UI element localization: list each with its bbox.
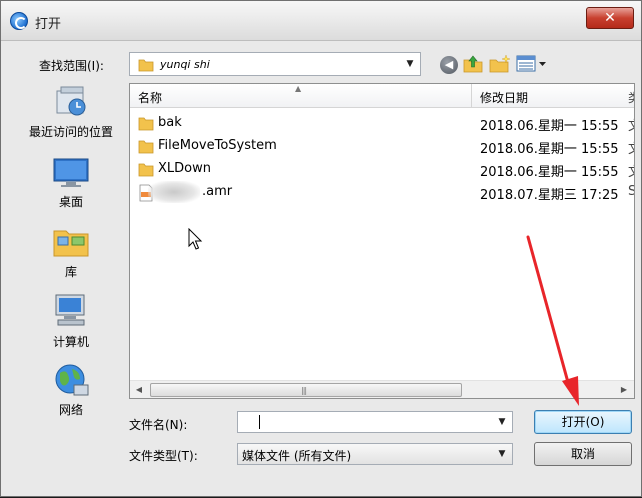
place-libraries[interactable]: 库 [19, 223, 123, 285]
file-row[interactable]: FileMoveToSystem 2018.06.星期一 15:55 文 [130, 135, 634, 157]
filetype-value: 媒体文件 (所有文件) [242, 449, 352, 463]
dialog-title: 打开 [35, 17, 62, 32]
sort-ascending-icon: ▲ [295, 84, 302, 93]
back-arrow-icon[interactable]: ◀ [440, 56, 458, 74]
column-header-name[interactable]: 名称 [138, 89, 162, 106]
new-folder-icon[interactable] [488, 54, 512, 74]
filetype-label: 文件类型(T): [129, 449, 198, 463]
folder-icon [138, 59, 154, 72]
recent-places-icon [56, 86, 86, 116]
cancel-button[interactable]: 取消 [534, 442, 632, 466]
place-desktop[interactable]: 桌面 [19, 155, 123, 215]
close-button[interactable]: ✕ [586, 7, 634, 29]
column-header-type[interactable]: 类 [628, 89, 634, 106]
file-type: 文 [628, 115, 634, 134]
file-row[interactable]: .amr 2018.07.星期三 17:25 S [130, 181, 634, 203]
file-date: 2018.06.星期一 15:55 [480, 142, 619, 157]
chevron-down-icon[interactable]: ▼ [494, 446, 510, 462]
scroll-right-icon[interactable]: ▶ [616, 382, 632, 398]
file-name: FileMoveToSystem [158, 138, 277, 153]
app-logo-icon [10, 12, 28, 30]
folder-icon [138, 163, 154, 177]
places-bar: 最近访问的位置 桌面 库 计算机 网络 [19, 83, 123, 433]
look-in-label: 查找范围(I): [39, 59, 104, 73]
place-label: 库 [64, 265, 77, 279]
open-button[interactable]: 打开(O) [534, 410, 632, 434]
file-list-header: 名称 ▲ 修改日期 类 [130, 84, 634, 108]
file-row[interactable]: XLDown 2018.06.星期一 15:55 文 [130, 158, 634, 180]
text-caret [259, 415, 260, 429]
file-name: XLDown [158, 161, 211, 176]
place-label: 计算机 [52, 335, 89, 349]
place-network[interactable]: 网络 [19, 361, 123, 423]
filename-label: 文件名(N): [129, 418, 188, 432]
filetype-dropdown[interactable]: 媒体文件 (所有文件) ▼ [237, 443, 513, 465]
file-name: .amr [202, 184, 233, 199]
place-label: 桌面 [58, 195, 83, 209]
up-folder-icon[interactable] [462, 54, 484, 74]
file-row[interactable]: bak 2018.06.星期一 15:55 文 [130, 112, 634, 134]
column-divider[interactable] [471, 84, 472, 108]
folder-icon [138, 140, 154, 154]
file-type: 文 [628, 138, 634, 157]
scrollbar-grip: ||| [301, 386, 307, 395]
column-header-date[interactable]: 修改日期 [480, 89, 528, 106]
place-label: 网络 [58, 403, 83, 417]
redacted-filename-blur [148, 181, 200, 203]
horizontal-scrollbar[interactable]: ◀ ||| ▶ [130, 380, 634, 398]
place-label: 最近访问的位置 [28, 125, 113, 139]
file-list[interactable]: 名称 ▲ 修改日期 类 bak 2018.06.星期一 15:55 文 File… [129, 83, 635, 399]
chevron-down-icon[interactable]: ▼ [494, 414, 510, 430]
place-recent[interactable]: 最近访问的位置 [19, 83, 123, 145]
file-type: 文 [628, 161, 634, 180]
network-icon [55, 364, 89, 396]
libraries-icon [53, 230, 89, 257]
place-computer[interactable]: 计算机 [19, 293, 123, 355]
filename-input[interactable]: ▼ [237, 411, 513, 433]
view-menu-icon[interactable] [516, 54, 548, 74]
file-date: 2018.06.星期一 15:55 [480, 165, 619, 180]
computer-icon [55, 294, 85, 326]
file-date: 2018.07.星期三 17:25 [480, 188, 619, 203]
open-file-dialog: 打开 ✕ 查找范围(I): yunqi shi ▼ ◀ 最近访问的位置 桌面 库… [0, 0, 642, 497]
scrollbar-thumb[interactable]: ||| [150, 383, 462, 397]
chevron-down-icon[interactable]: ▼ [402, 55, 418, 73]
folder-icon [138, 117, 154, 131]
scroll-left-icon[interactable]: ◀ [131, 382, 147, 398]
file-type: S [628, 184, 634, 199]
file-name: bak [158, 115, 182, 130]
look-in-value: yunqi shi [160, 58, 210, 71]
desktop-icon [53, 158, 89, 187]
file-date: 2018.06.星期一 15:55 [480, 119, 619, 134]
look-in-dropdown[interactable]: yunqi shi ▼ [129, 52, 421, 76]
title-bar: 打开 ✕ [1, 1, 641, 41]
mouse-cursor-icon [188, 228, 203, 250]
